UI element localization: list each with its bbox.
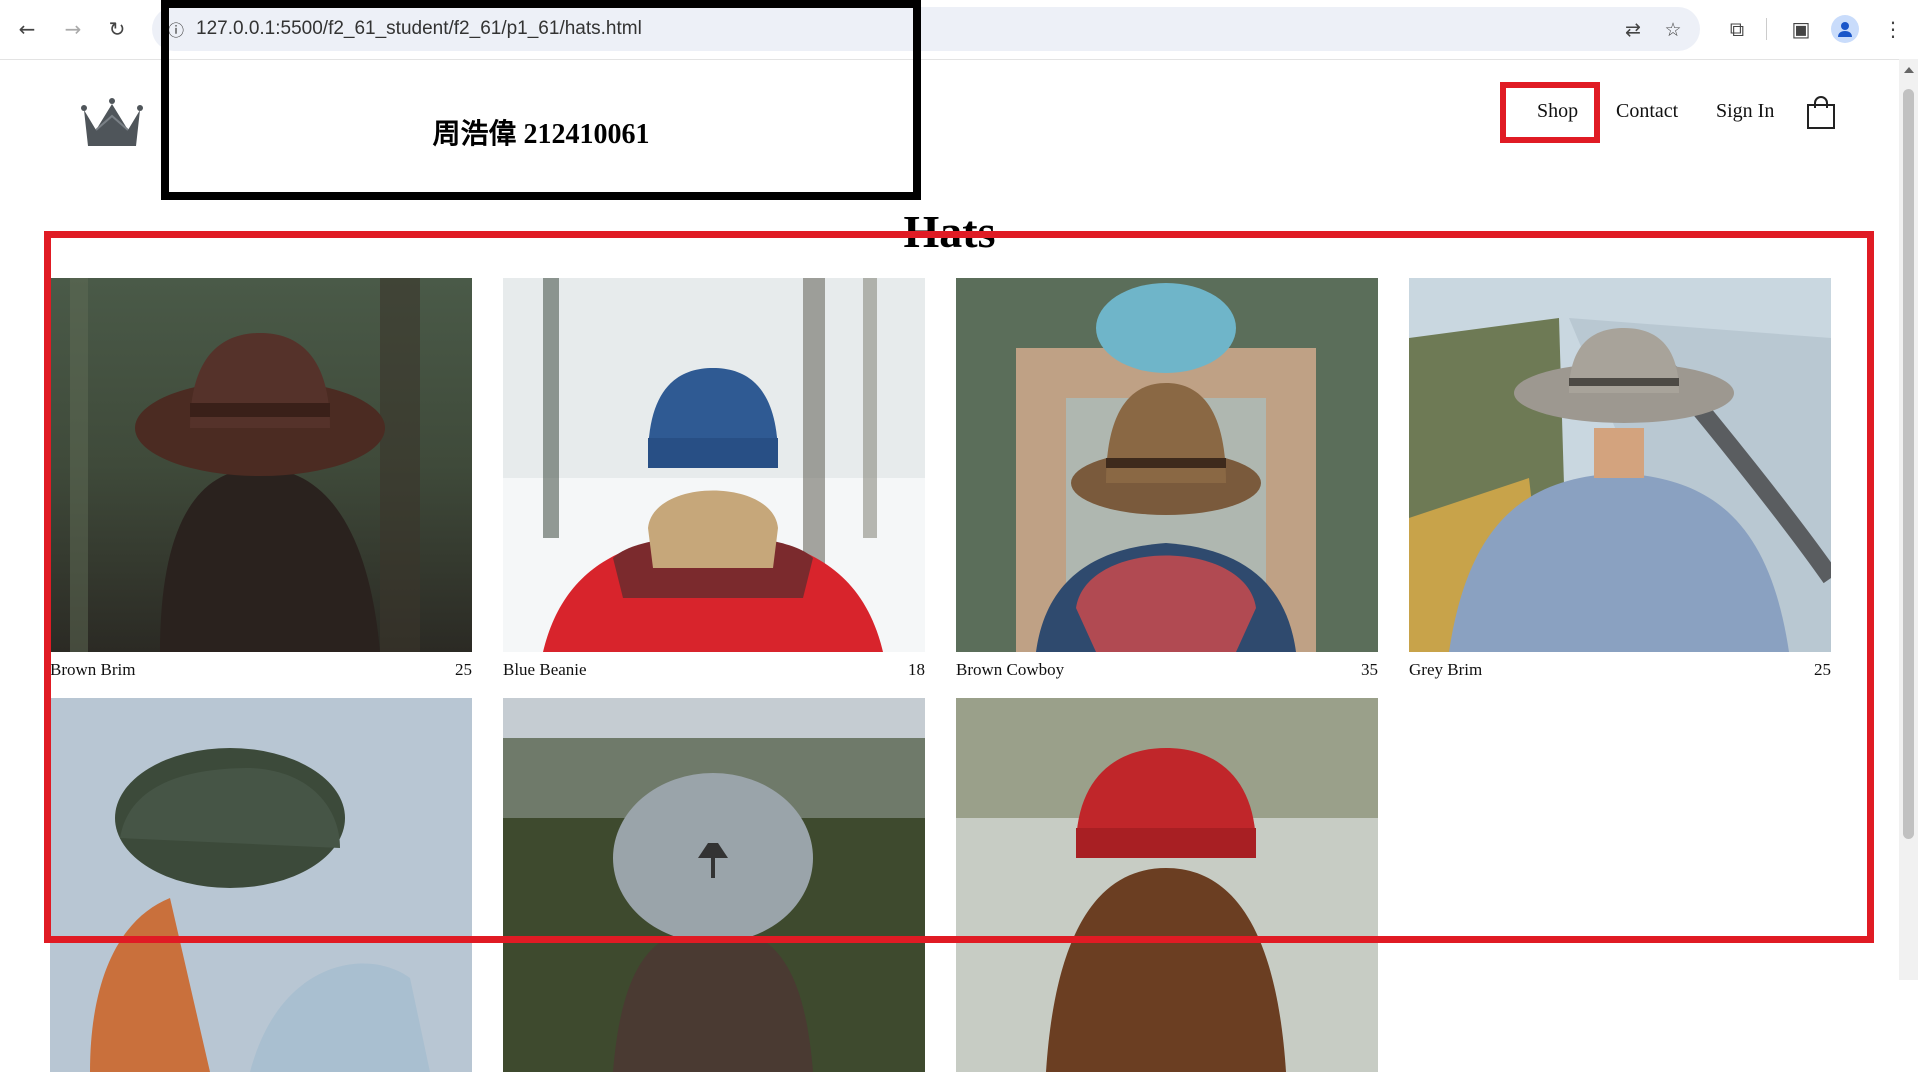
nav-shop-link[interactable]: Shop (1537, 100, 1578, 123)
browser-menu-icon[interactable]: ⋮ (1878, 14, 1908, 44)
product-name: Brown Cowboy (956, 660, 1065, 679)
product-name: Grey Brim (1409, 660, 1483, 679)
product-card[interactable]: Grey Brim 25 (1409, 278, 1831, 680)
translate-icon[interactable]: ⇄ (1620, 17, 1646, 43)
reload-icon[interactable]: ↻ (102, 14, 132, 44)
product-price: 25 (1814, 660, 1831, 679)
crown-icon[interactable] (78, 96, 146, 150)
product-name: Brown Brim (50, 660, 136, 679)
nav-contact-link[interactable]: Contact (1616, 100, 1678, 123)
scroll-up-icon[interactable] (1904, 67, 1914, 73)
product-card[interactable] (50, 698, 472, 1072)
page-scrollbar[interactable] (1899, 59, 1918, 980)
product-price: 18 (908, 660, 925, 679)
product-card[interactable] (956, 698, 1378, 1072)
extensions-icon[interactable]: ⧉ (1722, 14, 1752, 44)
profile-avatar-icon[interactable] (1831, 15, 1859, 43)
scrollbar-thumb[interactable] (1903, 89, 1914, 839)
product-price: 35 (1361, 660, 1378, 679)
product-name: Blue Beanie (503, 660, 587, 679)
product-image[interactable] (956, 278, 1378, 652)
student-info-box: 周浩偉 212410061 (161, 0, 921, 200)
product-card[interactable]: Blue Beanie 18 (503, 278, 925, 680)
product-image[interactable] (50, 698, 472, 1072)
student-label: 周浩偉 212410061 (432, 119, 650, 150)
product-price: 25 (455, 660, 472, 679)
shopping-bag-icon[interactable] (1806, 96, 1836, 130)
back-icon[interactable]: ← (12, 14, 42, 44)
side-panel-icon[interactable]: ▣ (1786, 14, 1816, 44)
product-image[interactable] (503, 698, 925, 1072)
nav-sign-in-link[interactable]: Sign In (1716, 100, 1774, 123)
product-image[interactable] (50, 278, 472, 652)
toolbar-divider (1766, 18, 1767, 40)
product-card[interactable]: Brown Brim 25 (50, 278, 472, 680)
forward-icon[interactable]: → (58, 14, 88, 44)
product-image[interactable] (503, 278, 925, 652)
product-card[interactable] (503, 698, 925, 1072)
product-image[interactable] (1409, 278, 1831, 652)
product-card[interactable]: Brown Cowboy 35 (956, 278, 1378, 680)
product-image[interactable] (956, 698, 1378, 1072)
page-title: Hats (903, 206, 996, 257)
bookmark-star-icon[interactable]: ☆ (1660, 17, 1686, 43)
